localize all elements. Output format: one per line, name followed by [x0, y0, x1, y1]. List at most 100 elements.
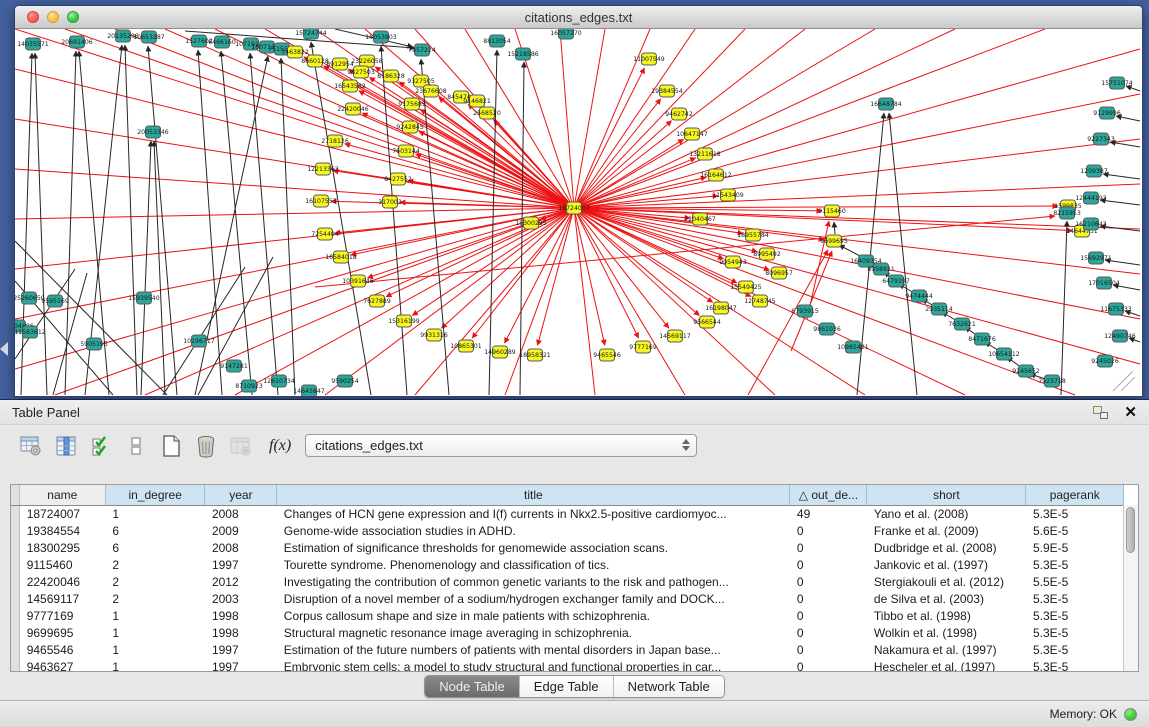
scrollbar-thumb[interactable] — [1126, 507, 1135, 553]
table-cell: 1 — [105, 658, 205, 672]
citation-edge-red[interactable] — [574, 208, 1075, 395]
table-row[interactable]: 1830029562008Estimation of significance … — [11, 539, 1124, 556]
citation-edge-black[interactable] — [889, 113, 917, 395]
citation-edge-red[interactable] — [560, 29, 574, 208]
graph-node-label: 9590254 — [331, 378, 359, 385]
close-panel-icon[interactable]: ✕ — [1124, 405, 1137, 420]
table-vertical-scrollbar[interactable] — [1123, 505, 1138, 671]
table-row[interactable]: 969969511998Structural magnetic resonanc… — [11, 624, 1124, 641]
column-header-name[interactable]: name — [19, 485, 105, 505]
citation-edge-red[interactable] — [574, 206, 1058, 208]
tab-node-table[interactable]: Node Table — [425, 676, 519, 697]
graph-node-label: 15939540 — [128, 295, 160, 302]
citation-edge-black[interactable] — [198, 257, 273, 395]
citation-edge-red[interactable] — [362, 113, 574, 208]
citation-edge-red[interactable] — [574, 139, 684, 208]
graph-node-label: 22420046 — [337, 106, 369, 113]
citation-edge-black[interactable] — [281, 58, 295, 395]
citation-edge-red[interactable] — [349, 69, 574, 208]
table-cell: 9463627 — [19, 658, 105, 672]
graph-node-label: 9462742 — [665, 111, 693, 118]
citation-edge-red[interactable] — [574, 208, 757, 252]
citation-edge-black[interactable] — [1061, 221, 1067, 395]
column-header-in_degree[interactable]: in_degree — [105, 485, 205, 505]
graph-node-label: 9827503 — [347, 69, 375, 76]
citation-edge-red[interactable] — [574, 208, 605, 345]
column-header-pagerank[interactable]: pagerank — [1026, 485, 1124, 505]
column-header-year[interactable]: year — [205, 485, 277, 505]
table-cell: 1998 — [205, 624, 277, 641]
graph-node-label: 16053803 — [365, 34, 397, 41]
network-canvas[interactable]: 1403557120691406201352961065328715276026… — [15, 29, 1142, 396]
table-settings-icon[interactable] — [18, 433, 44, 459]
table-row[interactable]: 1456911722003Disruption of a novel membe… — [11, 590, 1124, 607]
citation-edge-red[interactable] — [145, 208, 574, 395]
graph-node-label: 22040467 — [684, 216, 716, 223]
citation-edge-black[interactable] — [53, 273, 87, 395]
citation-edge-red[interactable] — [574, 94, 1140, 208]
citation-edge-black[interactable] — [21, 53, 32, 395]
graph-node-label: 15218586 — [507, 51, 539, 58]
network-window: citations_edges.txt 14035571206914062013… — [14, 5, 1143, 397]
table-cell: 1998 — [205, 607, 277, 624]
network-table-select[interactable]: citations_edges.txt — [305, 434, 697, 457]
graph-node-label: 9227343 — [1087, 136, 1115, 143]
function-builder-icon[interactable]: f(x) — [269, 437, 291, 455]
trash-icon[interactable] — [193, 433, 219, 459]
citation-edge-red[interactable] — [574, 29, 955, 208]
table-panel: Table Panel ✕ — [0, 400, 1149, 700]
network-graph[interactable]: 1403557120691406201352961065328715276026… — [15, 29, 1142, 396]
table-row[interactable]: 1938455462009Genome-wide association stu… — [11, 522, 1124, 539]
citation-edge-black[interactable] — [311, 42, 371, 395]
citation-edge-red[interactable] — [574, 29, 605, 208]
table-cell: 14569117 — [19, 590, 105, 607]
graph-node-label: 18724007 — [558, 205, 590, 212]
citation-edge-red[interactable] — [574, 208, 595, 395]
table-row[interactable]: 977716911998Corpus callosum shape and si… — [11, 607, 1124, 624]
citation-edge-red[interactable] — [574, 49, 1140, 208]
citation-edge-red[interactable] — [574, 208, 639, 338]
citation-edge-black[interactable] — [250, 53, 278, 395]
table-row[interactable]: 946362711997Embryonic stem cells: a mode… — [11, 658, 1124, 672]
column-header-short[interactable]: short — [867, 485, 1026, 505]
table-row[interactable]: 1872400712008Changes of HCN gene express… — [11, 505, 1124, 522]
table-column-icon[interactable] — [53, 433, 79, 459]
table-row[interactable]: 2242004622012Investigating the contribut… — [11, 573, 1124, 590]
row-strip — [11, 522, 19, 539]
citation-edge-black[interactable] — [35, 53, 47, 395]
table-cell: Genome-wide association studies in ADHD. — [277, 522, 790, 539]
graph-node-label: 9327505 — [407, 78, 435, 85]
citation-edge-red[interactable] — [400, 202, 574, 208]
graph-node-label: 2935114 — [925, 306, 953, 313]
panel-collapse-handle[interactable] — [0, 342, 8, 356]
network-desktop-background: citations_edges.txt 14035571206914062013… — [0, 0, 1149, 400]
select-spinner-icon — [682, 439, 690, 451]
column-header-title[interactable]: title — [277, 485, 790, 505]
graph-node-label: 7463822 — [281, 49, 309, 56]
window-titlebar[interactable]: citations_edges.txt — [15, 6, 1142, 29]
table-cell: 1 — [105, 505, 205, 522]
citation-edge-black[interactable] — [65, 51, 76, 395]
citation-edge-black[interactable] — [141, 141, 151, 395]
graph-node-label: 8471676 — [968, 336, 996, 343]
citation-edge-red[interactable] — [791, 251, 832, 351]
citation-edge-red[interactable] — [574, 121, 672, 208]
citation-edge-black[interactable] — [857, 113, 884, 395]
citation-edge-black[interactable] — [834, 222, 835, 234]
citation-edge-black[interactable] — [1103, 174, 1140, 179]
tab-edge-table[interactable]: Edge Table — [519, 676, 613, 697]
table-row[interactable]: 946554611997Estimation of the future num… — [11, 641, 1124, 658]
graph-node-label: 16543562 — [334, 83, 366, 90]
float-panel-icon[interactable] — [1093, 406, 1108, 419]
table-cell: Disruption of a novel member of a sodium… — [277, 590, 790, 607]
unselect-rows-icon[interactable] — [123, 433, 149, 459]
table-row[interactable]: 911546021997Tourette syndrome. Phenomeno… — [11, 556, 1124, 573]
select-all-icon[interactable] — [88, 433, 114, 459]
new-file-icon[interactable] — [158, 433, 184, 459]
citation-edge-black[interactable] — [839, 245, 862, 257]
column-header-out_de[interactable]: △ out_de... — [790, 485, 867, 505]
table-cell: Embryonic stem cells: a model to study s… — [277, 658, 790, 672]
graph-node-label: 20053346 — [137, 129, 169, 136]
tab-network-table[interactable]: Network Table — [613, 676, 724, 697]
graph-node-label: 1209387 — [1080, 168, 1108, 175]
